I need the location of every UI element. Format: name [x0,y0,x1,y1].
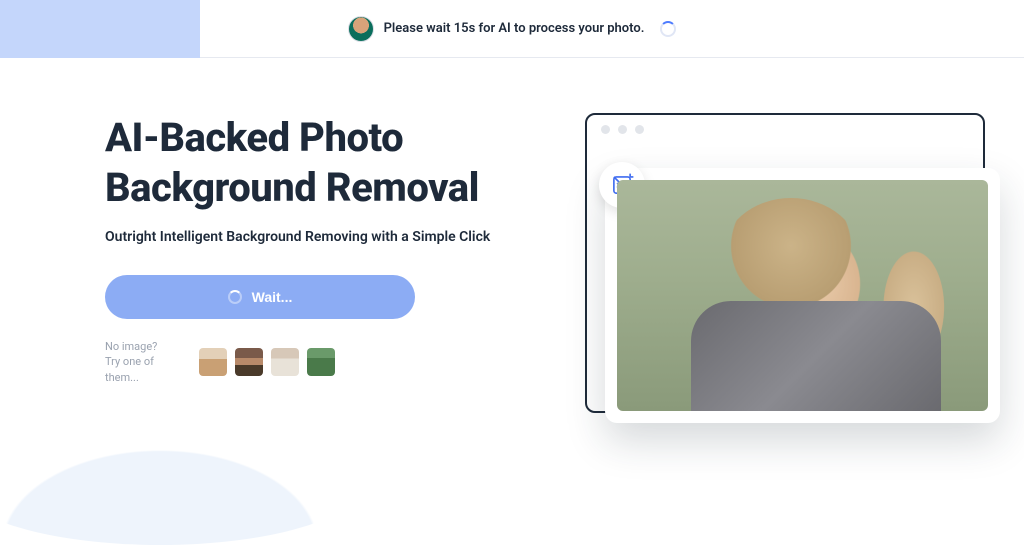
upload-wait-button[interactable]: Wait... [105,275,415,319]
button-spinner-icon [228,290,242,304]
button-label: Wait... [252,289,293,305]
page-title: AI-Backed Photo Background Removal [105,113,535,213]
window-dot [601,125,610,134]
sample-thumb-2[interactable] [235,348,263,376]
window-dot [618,125,627,134]
notification-message: Please wait 15s for AI to process your p… [384,21,645,36]
header-accent-block [0,0,200,58]
top-notification-bar: Please wait 15s for AI to process your p… [0,0,1024,58]
hero-left: AI-Backed Photo Background Removal Outri… [105,113,535,413]
sample-thumb-3[interactable] [271,348,299,376]
sample-hint: No image? Try one of them... [105,339,185,385]
preview-photo [617,180,988,411]
sample-thumbnails [199,348,335,376]
page-subtitle: Outright Intelligent Background Removing… [105,229,535,245]
sample-row: No image? Try one of them... [105,339,535,385]
main-content: AI-Backed Photo Background Removal Outri… [0,58,1024,413]
sample-hint-line1: No image? [105,339,185,354]
sample-thumb-1[interactable] [199,348,227,376]
hero-right: fx [575,113,985,413]
sample-thumb-4[interactable] [307,348,335,376]
decorative-wave [0,425,360,545]
sample-hint-line2: Try one of them... [105,354,185,385]
preview-card: fx [605,168,1000,423]
window-dot [635,125,644,134]
loading-spinner-icon [660,21,676,37]
avatar [348,16,374,42]
window-dots [587,115,983,144]
